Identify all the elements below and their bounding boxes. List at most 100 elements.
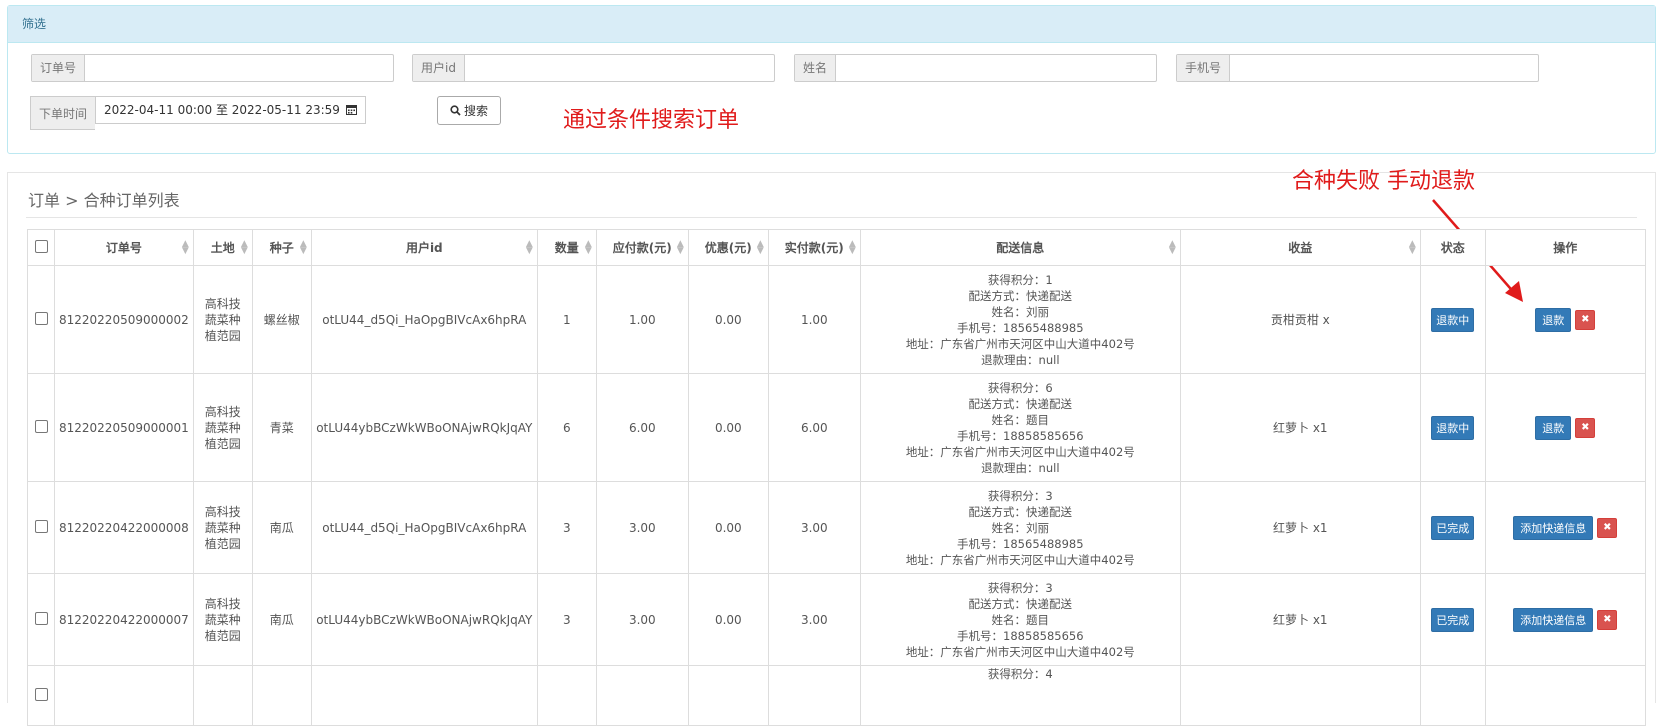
status-badge: 已完成 <box>1431 515 1475 540</box>
income-cell: 红萝卜 x1 <box>1179 573 1421 666</box>
order-no-cell: 81220220422000007 <box>54 573 194 666</box>
user-id-field: 用户id <box>412 54 775 82</box>
sort-icon: ▲ ▼ <box>1408 238 1416 256</box>
refund-button[interactable]: 退款 <box>1535 307 1572 332</box>
column-header-paid[interactable]: 实付款(元) ▲ ▼ <box>767 229 861 266</box>
qty-cell: 1 <box>536 265 597 374</box>
shipping-cell: 获得积分：6 配送方式：快递配送 姓名：题目 手机号：18858585656 地址：广东… <box>859 373 1181 482</box>
table-row: 获得积分：4 <box>27 665 1646 726</box>
row-checkbox[interactable] <box>34 519 48 533</box>
column-header-land[interactable]: 土地 ▲ ▼ <box>192 229 253 266</box>
sort-icon: ▲ ▼ <box>676 238 684 256</box>
order-time-input[interactable]: 2022-04-11 00:00 至 2022-05-11 23:59 <box>95 96 366 124</box>
select-all-checkbox[interactable] <box>34 239 48 253</box>
refund-button[interactable]: 退款 <box>1535 415 1572 440</box>
discount-cell: 0.00 <box>687 481 769 574</box>
column-header-seed[interactable]: 种子 ▲ ▼ <box>251 229 312 266</box>
payable-cell: 1.00 <box>595 265 689 374</box>
order-no-input[interactable] <box>85 55 393 81</box>
qty-cell: 3 <box>536 481 597 574</box>
status-badge: 已完成 <box>1431 607 1475 632</box>
actions-cell: 添加快递信息 ✖ <box>1484 481 1646 574</box>
name-input[interactable] <box>836 55 1156 81</box>
paid-cell: 1.00 <box>767 265 861 374</box>
seed-cell: 南瓜 <box>251 573 312 666</box>
seed-cell: 南瓜 <box>251 481 312 574</box>
close-icon[interactable]: ✖ <box>1575 418 1596 438</box>
breadcrumb: 订单 > 合种订单列表 <box>28 191 180 210</box>
search-button-label: 搜索 <box>463 104 488 118</box>
column-header-user-id[interactable]: 用户id ▲ ▼ <box>310 229 538 266</box>
order-no-cell: 81220220422000008 <box>54 481 194 574</box>
sort-icon: ▲ ▼ <box>299 238 307 256</box>
phone-label: 手机号 <box>1177 55 1231 81</box>
sort-icon: ▲ ▼ <box>525 238 533 256</box>
row-checkbox[interactable] <box>34 419 48 433</box>
actions-cell: 添加快递信息 ✖ <box>1484 573 1646 666</box>
row-checkbox[interactable] <box>34 311 48 325</box>
user-id-input[interactable] <box>464 55 774 81</box>
qty-cell: 3 <box>536 573 597 666</box>
add-shipping-button[interactable]: 添加快递信息 <box>1513 607 1594 632</box>
sort-icon: ▲ ▼ <box>240 238 248 256</box>
search-button[interactable]: 搜索 <box>437 96 501 125</box>
close-icon[interactable]: ✖ <box>1575 310 1596 330</box>
user-id-cell: otLU44ybBCzWkWBoONAjwRQkJqAY <box>310 373 538 482</box>
shipping-cell: 获得积分：4 <box>859 665 1181 726</box>
seed-cell: 青菜 <box>251 373 312 482</box>
paid-cell: 3.00 <box>767 481 861 574</box>
column-header-order-no[interactable]: 订单号 ▲ ▼ <box>54 229 194 266</box>
actions-cell: 退款 ✖ <box>1484 373 1646 482</box>
sort-icon: ▲ ▼ <box>584 238 592 256</box>
status-cell: 已完成 <box>1419 573 1486 666</box>
discount-cell: 0.00 <box>687 373 769 482</box>
income-cell: 贡柑贡柑 x <box>1179 265 1421 374</box>
order-table: 订单号 ▲ ▼ 土地 ▲ ▼ 种子 ▲ ▼ 用户id ▲ ▼ 数量 ▲ ▼ 应付款(元) ▲ ▼ 优惠(… <box>27 229 1646 726</box>
column-header-income[interactable]: 收益 ▲ ▼ <box>1179 229 1421 266</box>
filter-panel: 筛选 订单号 用户id 姓名 手机号 <box>7 5 1656 154</box>
payable-cell: 3.00 <box>595 573 689 666</box>
column-header-actions: 操作 <box>1484 229 1646 266</box>
table-row: 81220220509000002 高科技 蔬菜种 植范园 螺丝椒 otLU44_d… <box>27 265 1646 374</box>
phone-field: 手机号 <box>1176 54 1539 82</box>
table-row: 81220220509000001 高科技 蔬菜种 植范园 青菜 otLU44ybB… <box>27 373 1646 482</box>
column-header-qty[interactable]: 数量 ▲ ▼ <box>536 229 597 266</box>
calendar-icon <box>345 105 357 115</box>
row-checkbox[interactable] <box>34 611 48 625</box>
qty-cell: 6 <box>536 373 597 482</box>
phone-input[interactable] <box>1230 55 1538 81</box>
close-icon[interactable]: ✖ <box>1597 610 1618 630</box>
column-header-payable[interactable]: 应付款(元) ▲ ▼ <box>595 229 689 266</box>
user-id-cell: otLU44_d5Qi_HaOpgBIVcAx6hpRA <box>310 481 538 574</box>
status-cell: 已完成 <box>1419 481 1486 574</box>
actions-cell: 退款 ✖ <box>1484 265 1646 374</box>
add-shipping-button[interactable]: 添加快递信息 <box>1513 515 1594 540</box>
order-time-value: 2022-04-11 00:00 至 2022-05-11 23:59 <box>104 103 340 117</box>
discount-cell: 0.00 <box>687 265 769 374</box>
income-cell: 红萝卜 x1 <box>1179 481 1421 574</box>
land-cell: 高科技 蔬菜种 植范园 <box>192 373 253 482</box>
search-icon <box>450 105 461 116</box>
shipping-cell: 获得积分：1 配送方式：快递配送 姓名：刘丽 手机号：18565488985 地址：广东… <box>859 265 1181 374</box>
close-icon[interactable]: ✖ <box>1597 518 1618 538</box>
paid-cell: 6.00 <box>767 373 861 482</box>
table-row: 81220220422000008 高科技 蔬菜种 植范园 南瓜 otLU44_d5… <box>27 481 1646 574</box>
status-cell: 退款中 <box>1419 373 1486 482</box>
order-no-field: 订单号 <box>31 54 394 82</box>
shipping-cell: 获得积分：3 配送方式：快递配送 姓名：刘丽 手机号：18565488985 地址：广东… <box>859 481 1181 574</box>
column-header-discount[interactable]: 优惠(元) ▲ ▼ <box>687 229 769 266</box>
name-field: 姓名 <box>794 54 1157 82</box>
user-id-cell: otLU44_d5Qi_HaOpgBIVcAx6hpRA <box>310 265 538 374</box>
table-row: 81220220422000007 高科技 蔬菜种 植范园 南瓜 otLU44ybB… <box>27 573 1646 666</box>
refund-annotation: 合种失败 手动退款 <box>1292 169 1475 194</box>
land-cell: 高科技 蔬菜种 植范园 <box>192 573 253 666</box>
column-header-shipping[interactable]: 配送信息 ▲ ▼ <box>859 229 1181 266</box>
sort-icon: ▲ ▼ <box>848 238 856 256</box>
order-no-label: 订单号 <box>32 55 86 81</box>
sort-icon: ▲ ▼ <box>756 238 764 256</box>
row-checkbox[interactable] <box>34 687 48 701</box>
user-id-label: 用户id <box>413 55 465 81</box>
sort-icon: ▲ ▼ <box>181 238 189 256</box>
land-cell: 高科技 蔬菜种 植范园 <box>192 265 253 374</box>
filter-heading: 筛选 <box>8 6 1655 43</box>
